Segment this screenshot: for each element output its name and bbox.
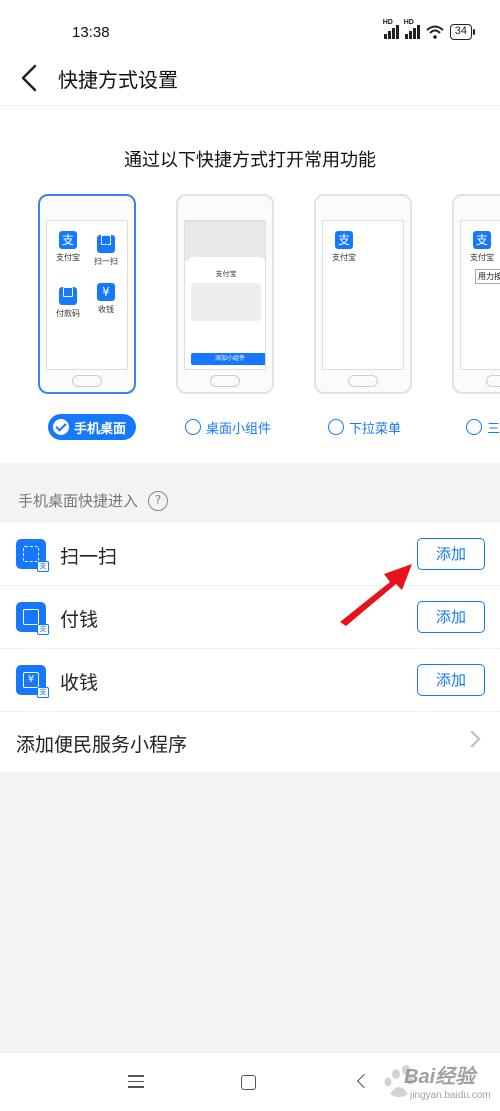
signal-hd-label: HD <box>403 19 414 26</box>
chevron-right-icon <box>463 730 481 748</box>
option-label: 桌面小组件 <box>206 421 272 437</box>
home-icon[interactable] <box>241 1075 256 1090</box>
item-label: 收钱 <box>60 672 99 694</box>
menu-icon[interactable] <box>128 1075 144 1089</box>
watermark-url: jingyan.baidu.com <box>410 1090 491 1101</box>
add-service-mini-program-row[interactable]: 添加便民服务小程序 <box>0 712 500 772</box>
option-desktop-widget[interactable]: 桌面小组件 <box>185 414 271 440</box>
radio-icon <box>466 419 482 435</box>
widget-content <box>191 283 261 321</box>
add-widget-button: 添加小组件 <box>191 353 265 365</box>
scan-icon: 支 <box>16 539 49 572</box>
check-icon <box>53 419 69 435</box>
item-label: 扫一扫 <box>60 546 118 568</box>
option-label: 下拉菜单 <box>349 421 402 437</box>
list-item-scan: 支 扫一扫 添加 <box>0 523 500 586</box>
watermark-text: Bai经验 <box>404 1066 476 1088</box>
mini-app-label: 收钱 <box>98 305 114 314</box>
mini-app-label: 支付宝 <box>332 253 356 262</box>
shortcut-type-panel: 通过以下快捷方式打开常用功能 支 支付宝 扫一扫 付款码 ¥ 收钱 支付宝 添加… <box>0 106 500 463</box>
help-icon[interactable]: ? <box>148 490 169 511</box>
force-touch-tag: 用力按 <box>475 269 500 284</box>
status-icons: HD HD 34 <box>383 19 476 40</box>
battery-icon: 34 <box>449 24 476 40</box>
pay-code-icon <box>59 287 77 305</box>
radio-icon <box>328 419 344 435</box>
option-label: 三 <box>487 421 500 437</box>
phone-screen: 支 支付宝 用力按 <box>460 220 500 370</box>
scan-icon <box>97 235 115 253</box>
mini-app-pay-code: 付款码 <box>53 283 83 319</box>
option-label: 手机桌面 <box>74 421 127 437</box>
panel-heading: 通过以下快捷方式打开常用功能 <box>124 150 376 171</box>
add-receive-button[interactable]: 添加 <box>417 664 485 696</box>
header: 快捷方式设置 <box>0 50 500 106</box>
list-item-pay: 支 付钱 添加 <box>0 586 500 649</box>
wifi-icon <box>426 25 444 39</box>
phone-screen: 支 支付宝 <box>322 220 404 370</box>
phone-screen: 支 支付宝 扫一扫 付款码 ¥ 收钱 <box>46 220 128 370</box>
mini-app-label: 扫一扫 <box>94 257 118 266</box>
mini-app-label: 支付宝 <box>56 253 80 262</box>
item-label: 付钱 <box>60 609 99 631</box>
signal-icon: HD <box>383 19 399 39</box>
pay-code-icon: 支 <box>16 602 49 635</box>
phone-desktop-preview[interactable]: 支 支付宝 扫一扫 付款码 ¥ 收钱 <box>38 194 136 394</box>
signal-hd-label: HD <box>382 19 393 26</box>
radio-icon <box>185 419 201 435</box>
section-title: 手机桌面快捷进入 ? <box>18 490 169 511</box>
phone-home-button <box>486 375 500 387</box>
section-title-text: 手机桌面快捷进入 <box>18 492 139 510</box>
phone-home-button <box>72 375 102 387</box>
status-time: 13:38 <box>72 24 110 41</box>
shortcut-list: 支 扫一扫 添加 支 付钱 添加 ¥ 支 收钱 添加 添加便民服务小程序 <box>0 523 500 772</box>
status-bar: 13:38 HD HD 34 <box>0 0 500 50</box>
phone-home-button <box>210 375 240 387</box>
mini-app-alipay: 支 支付宝 <box>467 231 497 263</box>
receive-money-icon: ¥ 支 <box>16 665 49 698</box>
page-title: 快捷方式设置 <box>58 68 178 92</box>
alipay-icon: 支 <box>335 231 353 249</box>
mini-app-alipay: 支 支付宝 <box>53 231 83 263</box>
mini-app-alipay: 支 支付宝 <box>329 231 359 263</box>
back-arrow-icon[interactable] <box>14 62 46 94</box>
service-row-label: 添加便民服务小程序 <box>16 734 188 756</box>
list-item-receive: ¥ 支 收钱 添加 <box>0 649 500 712</box>
mini-app-label: 付款码 <box>56 309 80 318</box>
option-dropdown-menu[interactable]: 下拉菜单 <box>328 414 401 440</box>
signal-icon: HD <box>404 19 420 39</box>
phone-widget-preview[interactable]: 支付宝 添加小组件 <box>176 194 274 394</box>
phone-screen: 支付宝 添加小组件 <box>184 220 266 370</box>
widget-card: 支付宝 添加小组件 <box>187 257 265 369</box>
widget-app-name: 支付宝 <box>215 270 237 278</box>
option-phone-desktop[interactable]: 手机桌面 <box>48 414 137 440</box>
phone-force-touch-preview[interactable]: 支 支付宝 用力按 <box>452 194 500 394</box>
back-icon[interactable] <box>356 1073 372 1089</box>
mini-app-label: 支付宝 <box>470 253 494 262</box>
mini-app-receive: ¥ 收钱 <box>91 283 121 315</box>
add-pay-button[interactable]: 添加 <box>417 601 485 633</box>
receive-money-icon: ¥ <box>97 283 115 301</box>
option-fourth[interactable]: 三 <box>466 414 500 440</box>
mini-app-scan: 扫一扫 <box>91 231 121 267</box>
phone-home-button <box>348 375 378 387</box>
phone-dropdown-preview[interactable]: 支 支付宝 <box>314 194 412 394</box>
red-annotation-arrow-icon <box>340 564 412 626</box>
alipay-icon: 支 <box>473 231 491 249</box>
alipay-icon: 支 <box>59 231 77 249</box>
add-scan-button[interactable]: 添加 <box>417 538 485 570</box>
